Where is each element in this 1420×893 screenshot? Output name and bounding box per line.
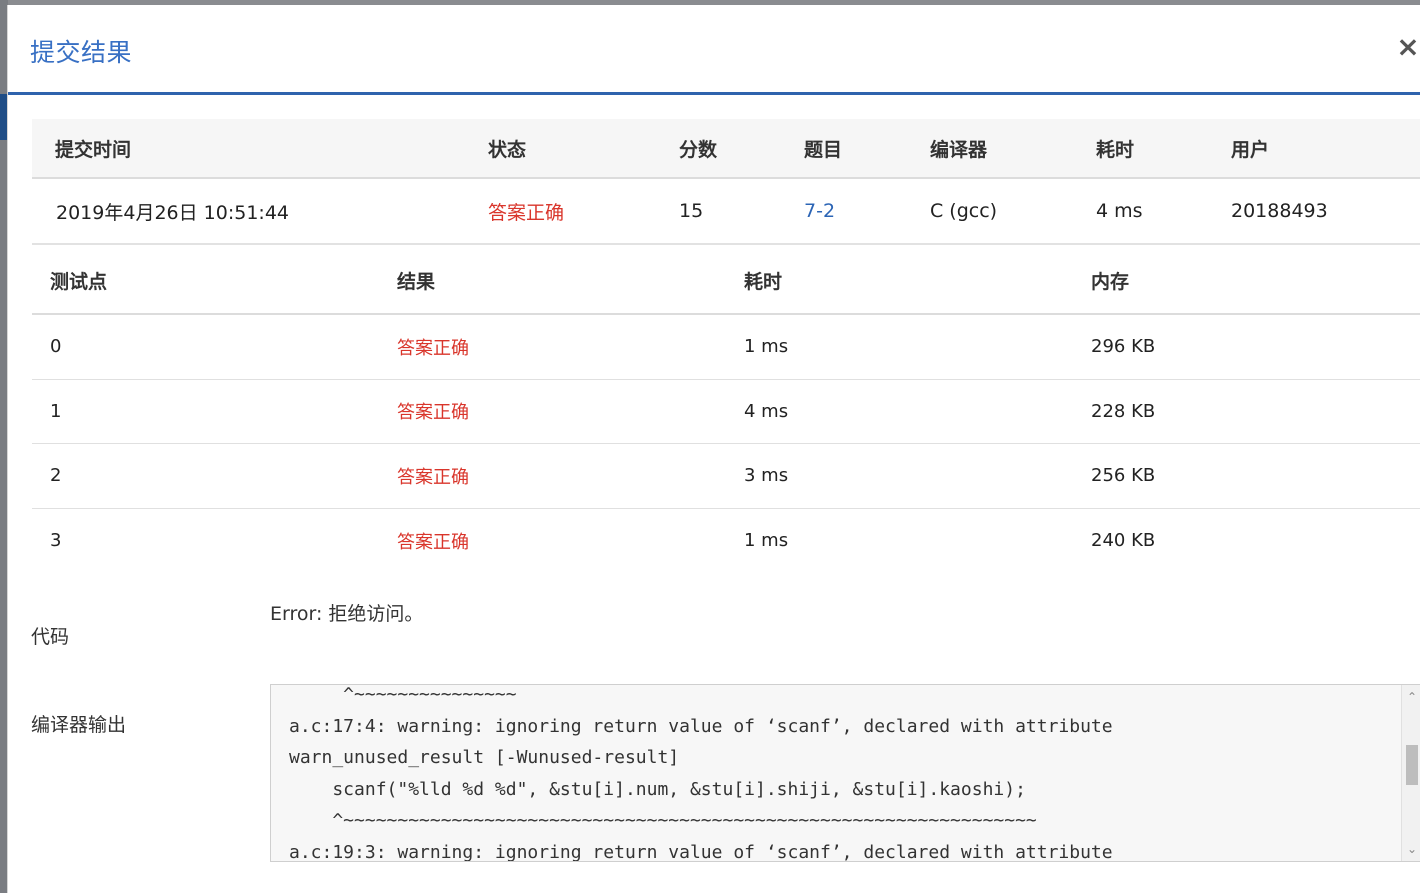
table-row: 3 答案正确 1 ms 240 KB xyxy=(32,509,1420,574)
submission-status: 答案正确 xyxy=(488,201,565,224)
header-time: 耗时 xyxy=(744,270,783,293)
testcase-result: 答案正确 xyxy=(397,466,469,488)
testcase-time: 1 ms xyxy=(744,530,789,552)
compiler-output-label: 编译器输出 xyxy=(31,714,127,736)
testcase-memory: 256 KB xyxy=(1091,465,1156,487)
testcase-memory: 296 KB xyxy=(1091,336,1156,358)
table-row: 0 答案正确 1 ms 296 KB xyxy=(32,315,1420,380)
testcase-time: 1 ms xyxy=(744,336,789,358)
submission-result-modal: 提交结果 × 提交时间 状态 分数 题目 编译器 耗时 用户 2019年4月26… xyxy=(7,5,1420,893)
close-icon[interactable]: × xyxy=(1396,31,1420,63)
scrollbar-thumb[interactable] xyxy=(1406,745,1418,785)
testcase-result: 答案正确 xyxy=(397,337,469,359)
submission-user: 20188493 xyxy=(1231,200,1328,222)
testcase-memory: 240 KB xyxy=(1091,530,1156,552)
testcase-result: 答案正确 xyxy=(397,402,469,424)
testcase-result: 答案正确 xyxy=(397,531,469,553)
testcase-table-header: 测试点 结果 耗时 内存 xyxy=(32,247,1420,315)
table-row: 2 答案正确 3 ms 256 KB xyxy=(32,444,1420,509)
header-elapsed: 耗时 xyxy=(1096,138,1135,161)
header-user: 用户 xyxy=(1231,138,1270,161)
header-memory: 内存 xyxy=(1091,270,1130,293)
testcase-table: 测试点 结果 耗时 内存 0 答案正确 1 ms 296 KB 1 答案正确 4… xyxy=(32,247,1420,573)
header-submit-time: 提交时间 xyxy=(55,138,132,161)
table-row: 1 答案正确 4 ms 228 KB xyxy=(32,380,1420,444)
testcase-id: 1 xyxy=(50,400,62,422)
header-testcase: 测试点 xyxy=(50,270,108,293)
header-score: 分数 xyxy=(679,138,718,161)
header-result: 结果 xyxy=(397,270,436,293)
header-status: 状态 xyxy=(488,138,527,161)
testcase-id: 2 xyxy=(50,465,62,487)
chevron-down-icon[interactable]: ⌄ xyxy=(1402,839,1420,859)
chevron-up-icon[interactable]: ⌃ xyxy=(1402,687,1420,707)
submission-compiler: C (gcc) xyxy=(930,200,998,222)
submission-table-header: 提交时间 状态 分数 题目 编译器 耗时 用户 xyxy=(32,119,1420,179)
submission-row: 2019年4月26日 10:51:44 答案正确 15 7-2 C (gcc) … xyxy=(32,179,1420,245)
testcase-memory: 228 KB xyxy=(1091,400,1156,422)
submission-table: 提交时间 状态 分数 题目 编译器 耗时 用户 2019年4月26日 10:51… xyxy=(32,119,1420,245)
header-compiler: 编译器 xyxy=(930,138,988,161)
code-label: 代码 xyxy=(31,626,70,648)
compiler-output-box[interactable]: ^~~~~~~~~~~~~~~~ a.c:17:4: warning: igno… xyxy=(270,684,1420,862)
header-problem: 题目 xyxy=(804,138,843,161)
modal-title: 提交结果 xyxy=(30,38,133,67)
testcase-time: 3 ms xyxy=(744,465,789,487)
testcase-id: 3 xyxy=(50,530,62,552)
problem-link[interactable]: 7-2 xyxy=(804,179,835,243)
modal-header: 提交结果 × xyxy=(8,5,1420,95)
compiler-output-text: ^~~~~~~~~~~~~~~~ a.c:17:4: warning: igno… xyxy=(289,684,1113,862)
compiler-output-scrollbar[interactable]: ⌃ ⌄ xyxy=(1401,685,1420,861)
testcase-id: 0 xyxy=(50,336,62,358)
submit-time: 2019年4月26日 10:51:44 xyxy=(56,201,289,224)
submission-score: 15 xyxy=(679,200,704,222)
submission-elapsed: 4 ms xyxy=(1096,200,1143,222)
code-error-message: Error: 拒绝访问。 xyxy=(270,603,424,625)
testcase-time: 4 ms xyxy=(744,400,789,422)
